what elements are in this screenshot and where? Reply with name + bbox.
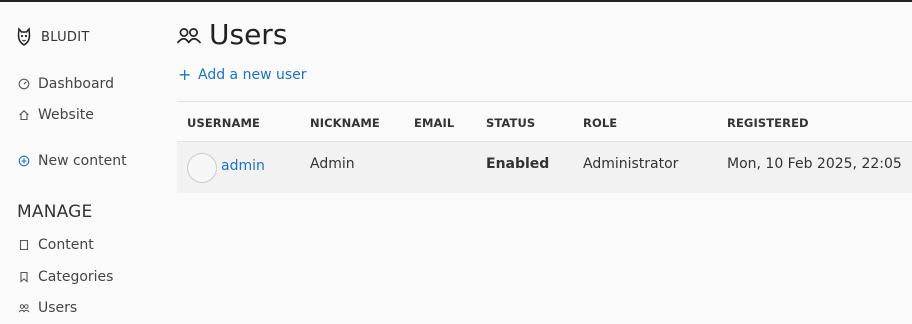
nickname-cell: Admin [310, 156, 355, 172]
users-icon [17, 301, 31, 315]
sidebar-item-label: Categories [38, 269, 114, 285]
sidebar-item-users[interactable]: Users [17, 300, 77, 316]
sidebar-item-content[interactable]: Content [17, 237, 94, 253]
table-row: admin Admin Enabled Administrator Mon, 1… [177, 142, 912, 193]
sidebar-item-dashboard[interactable]: Dashboard [17, 76, 114, 92]
bludit-logo-icon [17, 27, 31, 46]
dashboard-icon [17, 77, 31, 91]
column-header-role[interactable]: ROLE [583, 116, 617, 130]
users-icon [176, 27, 202, 44]
sidebar-item-label: New content [38, 153, 127, 169]
brand-name: BLUDIT [41, 29, 90, 45]
sidebar-item-label: Users [38, 300, 78, 316]
brand[interactable]: BLUDIT [16, 27, 90, 47]
sidebar-item-categories[interactable]: Categories [17, 269, 113, 285]
document-icon [17, 238, 31, 252]
column-header-registered[interactable]: REGISTERED [727, 116, 809, 130]
sidebar-item-label: Website [38, 107, 94, 123]
sidebar: BLUDIT Dashboard Website New content MAN… [0, 0, 170, 324]
sidebar-item-website[interactable]: Website [17, 107, 94, 123]
users-table: USERNAME NICKNAME EMAIL STATUS ROLE REGI… [177, 101, 912, 193]
status-cell: Enabled [486, 156, 550, 172]
plus-icon: + [178, 65, 192, 84]
page-header: Users [176, 18, 287, 51]
column-header-status[interactable]: STATUS [486, 116, 535, 130]
sidebar-item-label: Content [38, 237, 94, 253]
sidebar-item-label: Dashboard [38, 76, 114, 92]
registered-cell: Mon, 10 Feb 2025, 22:05 [727, 156, 902, 172]
home-icon [17, 108, 31, 122]
sidebar-item-new-content[interactable]: New content [17, 153, 127, 169]
add-user-label: Add a new user [198, 67, 307, 83]
column-header-username[interactable]: USERNAME [187, 116, 260, 130]
username-link[interactable]: admin [221, 158, 265, 174]
plus-circle-icon [17, 154, 31, 168]
manage-section-title: MANAGE [17, 202, 93, 222]
add-user-button[interactable]: + Add a new user [178, 65, 307, 84]
page-title: Users [209, 18, 288, 51]
table-header: USERNAME NICKNAME EMAIL STATUS ROLE REGI… [177, 101, 912, 142]
column-header-nickname[interactable]: NICKNAME [310, 116, 380, 130]
avatar [187, 153, 217, 183]
column-header-email[interactable]: EMAIL [414, 116, 454, 130]
role-cell: Administrator [583, 156, 679, 172]
bookmark-icon [17, 270, 31, 284]
